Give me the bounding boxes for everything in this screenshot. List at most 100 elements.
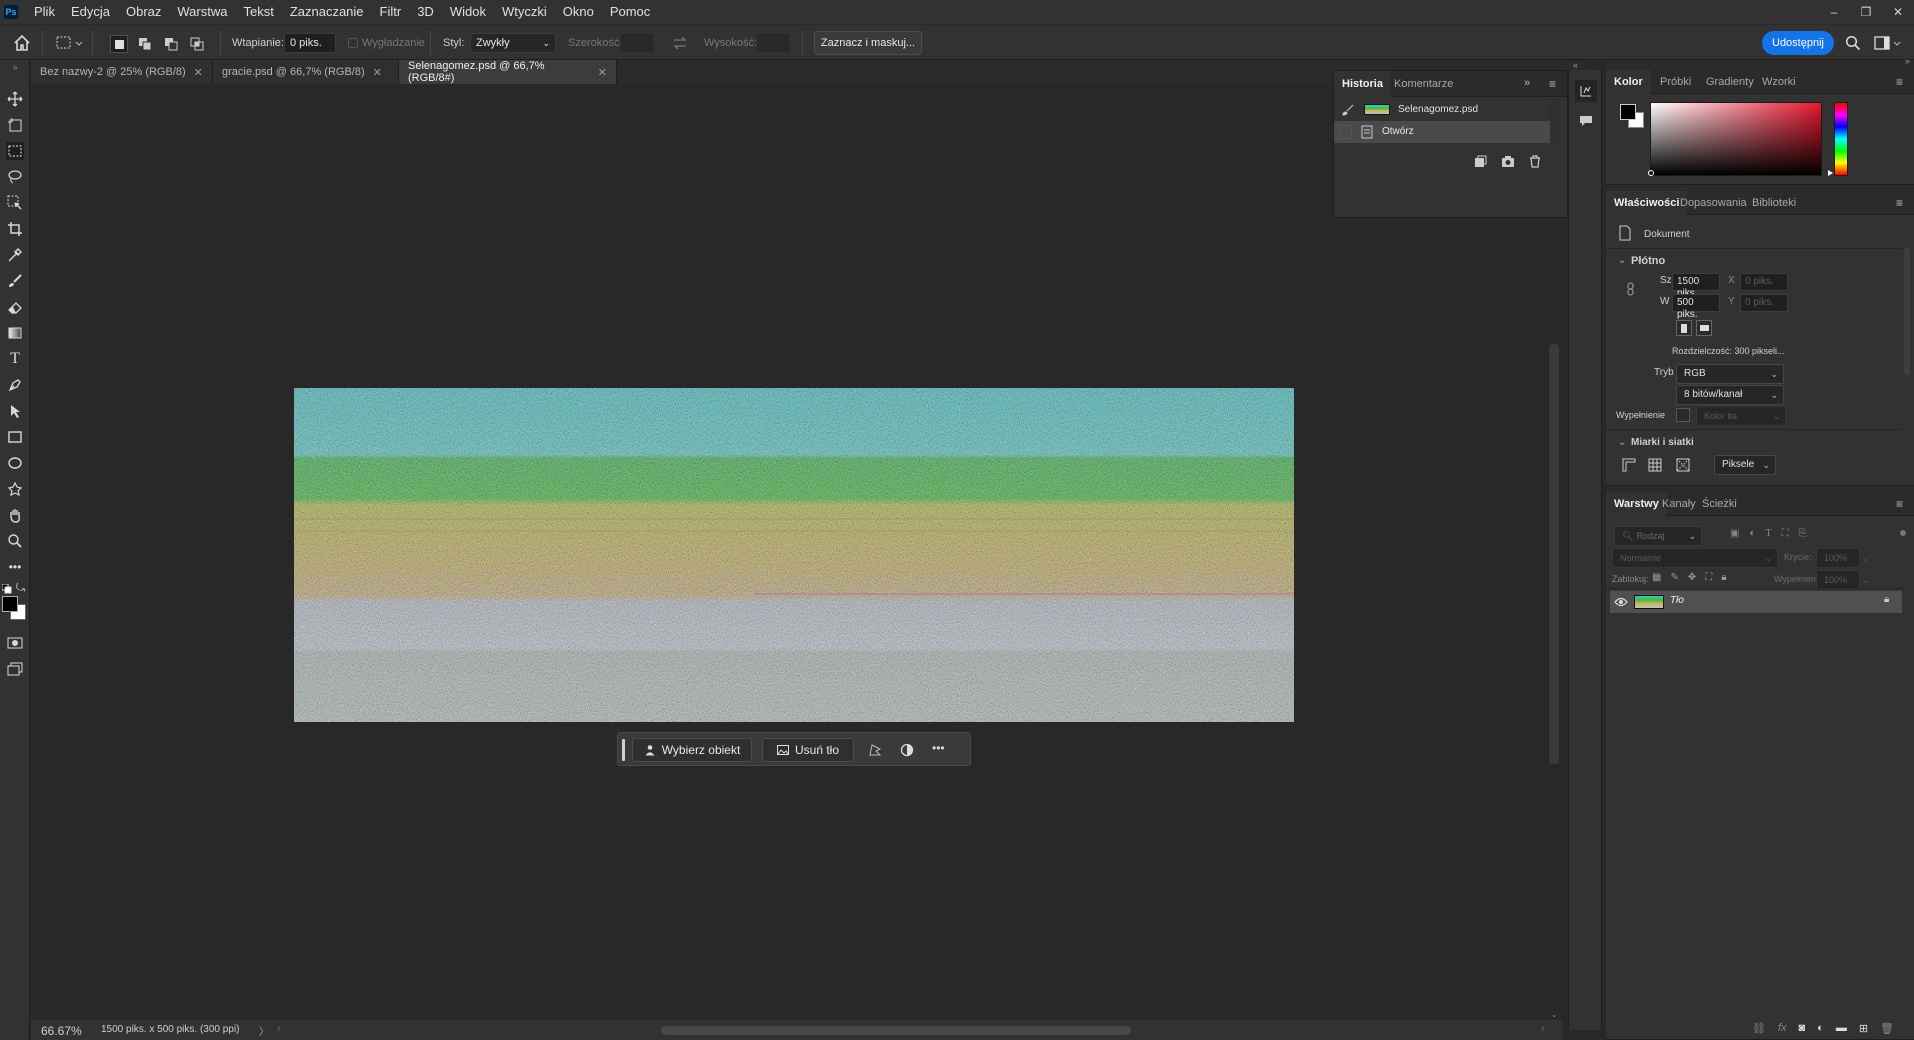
generative-fill-icon[interactable] (868, 743, 882, 757)
custom-shape-icon[interactable] (6, 480, 24, 498)
width-input[interactable] (620, 33, 654, 53)
type-filter-icon[interactable]: T (1766, 528, 1772, 539)
tab-gracie[interactable]: gracie.psd @ 66,7% (RGB/8) ✕ (213, 60, 399, 84)
chevron-down-icon[interactable]: ⌄ (1618, 437, 1626, 448)
menu-filter[interactable]: Filtr (372, 0, 410, 24)
status-arrow-icon[interactable]: 〉 (259, 1023, 269, 1038)
select-and-mask-button[interactable]: Zaznacz i maskuj... (814, 31, 922, 55)
object-selection-icon[interactable] (6, 194, 24, 212)
rectangular-marquee-icon[interactable] (6, 142, 24, 160)
filter-toggle[interactable] (1900, 530, 1906, 536)
fill-select[interactable]: Kolor tła ⌄ (1696, 406, 1786, 426)
link-layers-icon[interactable]: ⛓ (1752, 1022, 1766, 1035)
tab-comments[interactable]: Komentarze (1386, 71, 1461, 97)
swap-colors-icon[interactable]: ⤿ (16, 582, 25, 595)
collapse-toolbar-icon[interactable]: » (0, 62, 30, 72)
subtract-selection-icon[interactable] (162, 35, 180, 53)
panel-menu-icon[interactable]: ≡ (1896, 75, 1903, 89)
tab-bez-nazwy-2[interactable]: Bez nazwy-2 @ 25% (RGB/8) ✕ (31, 60, 213, 84)
link-dimensions-icon[interactable] (1626, 282, 1636, 296)
zoom-tool-icon[interactable] (6, 532, 24, 550)
scroll-down-icon[interactable]: ⌄ (1551, 1010, 1558, 1019)
foreground-color-swatch[interactable] (2, 596, 18, 612)
menu-view[interactable]: Widok (442, 0, 494, 24)
properties-scrollbar[interactable] (1904, 247, 1910, 375)
color-field[interactable] (1650, 102, 1822, 176)
minimize-button[interactable]: – (1818, 0, 1850, 24)
tab-gradients[interactable]: Gradienty (1698, 70, 1762, 94)
horizontal-scrollbar[interactable] (661, 1026, 1131, 1035)
scroll-left-icon[interactable]: ‹ (277, 1023, 280, 1034)
drag-handle[interactable] (622, 739, 625, 761)
quick-mask-icon[interactable] (6, 634, 24, 652)
crop-tool-icon[interactable] (6, 220, 24, 238)
intersect-selection-icon[interactable] (188, 35, 206, 53)
artboard-tool-icon[interactable] (6, 116, 24, 134)
new-selection-icon[interactable] (110, 35, 128, 53)
rectangle-tool-icon[interactable] (6, 428, 24, 446)
more-options-icon[interactable]: ••• (932, 741, 945, 755)
default-colors-icon[interactable] (2, 584, 12, 594)
move-tool-icon[interactable] (6, 90, 24, 108)
document-info[interactable]: 1500 piks. x 500 piks. (300 ppi) (101, 1024, 239, 1035)
adjustment-filter-icon[interactable]: ◐ (1749, 528, 1755, 539)
search-icon[interactable] (1845, 35, 1861, 51)
fx-icon[interactable]: fx (1778, 1022, 1787, 1034)
canvas-x-input[interactable]: 0 piks. (1740, 273, 1788, 291)
menu-select[interactable]: Zaznaczanie (282, 0, 372, 24)
collapse-right-dock-icon[interactable]: » (1606, 56, 1914, 66)
fill-color-swatch[interactable] (1676, 408, 1690, 422)
eye-icon[interactable] (1614, 596, 1628, 608)
add-selection-icon[interactable] (136, 35, 154, 53)
hand-tool-icon[interactable] (6, 506, 24, 524)
swap-icon[interactable] (672, 36, 688, 50)
workspace-icon[interactable] (1874, 35, 1902, 51)
smartobject-filter-icon[interactable]: ⎘ (1799, 528, 1807, 539)
height-input[interactable] (756, 33, 790, 53)
close-icon[interactable]: ✕ (598, 66, 607, 79)
lock-position-icon[interactable]: ✥ (1688, 572, 1696, 583)
canvas-y-input[interactable]: 0 piks. (1740, 294, 1788, 312)
trash-icon[interactable] (1529, 155, 1541, 168)
scroll-right-icon[interactable]: › (1541, 1023, 1544, 1034)
tab-selenagomez[interactable]: Selenagomez.psd @ 66,7% (RGB/8#) ✕ (399, 60, 617, 84)
layer-fill-input[interactable]: 100% ⌄ (1816, 570, 1869, 590)
screen-mode-icon[interactable] (6, 660, 24, 678)
tab-libraries[interactable]: Biblioteki (1744, 191, 1804, 215)
tab-adjustments[interactable]: Dopasowania (1672, 191, 1755, 215)
lock-pixels-icon[interactable]: ✎ (1670, 572, 1678, 583)
type-tool-icon[interactable]: T (6, 350, 24, 368)
home-icon[interactable] (12, 33, 32, 53)
canvas-width-input[interactable]: 1500 piks. (1672, 273, 1720, 299)
camera-icon[interactable] (1501, 155, 1515, 168)
history-snapshot-row[interactable]: Selenagomez.psd (1334, 99, 1550, 121)
shape-filter-icon[interactable]: ⛶ (1782, 528, 1789, 539)
history-source-box[interactable] (1340, 125, 1352, 139)
hue-slider[interactable] (1834, 102, 1848, 176)
layer-filter-select[interactable]: 🔍︎ Rodzaj ⌄ (1614, 526, 1702, 546)
gradient-icon[interactable] (6, 324, 24, 342)
menu-window[interactable]: Okno (555, 0, 602, 24)
opacity-input[interactable]: 100% ⌄ (1816, 548, 1869, 568)
eraser-icon[interactable] (6, 298, 24, 316)
canvas-height-input[interactable]: 500 piks. (1672, 294, 1720, 320)
close-button[interactable]: ✕ (1882, 0, 1914, 24)
hue-slider-handle[interactable] (1828, 170, 1833, 176)
landscape-orientation-icon[interactable] (1696, 320, 1712, 336)
portrait-orientation-icon[interactable] (1676, 320, 1692, 336)
panel-menu-icon[interactable]: ≡ (1549, 77, 1556, 91)
layer-name[interactable]: Tło (1670, 595, 1684, 606)
layer-row[interactable]: Tło 🔒︎ (1610, 591, 1902, 613)
lock-artboard-icon[interactable]: ⛶ (1705, 572, 1712, 583)
lock-all-icon[interactable]: 🔒︎ (1721, 572, 1726, 583)
foreground-color-chip[interactable] (1620, 104, 1636, 120)
color-mode-select[interactable]: RGB ⌄ (1676, 364, 1784, 384)
lasso-icon[interactable] (6, 168, 24, 186)
tab-color[interactable]: Kolor (1606, 70, 1651, 94)
history-state-row[interactable]: Otwórz (1334, 121, 1550, 143)
history-panel-icon[interactable] (1575, 80, 1597, 102)
tab-swatches[interactable]: Próbki (1652, 70, 1699, 94)
feather-input[interactable]: 0 piks. (284, 33, 336, 53)
brush-icon[interactable] (6, 272, 24, 290)
zoom-level[interactable]: 66.67% (41, 1024, 82, 1038)
